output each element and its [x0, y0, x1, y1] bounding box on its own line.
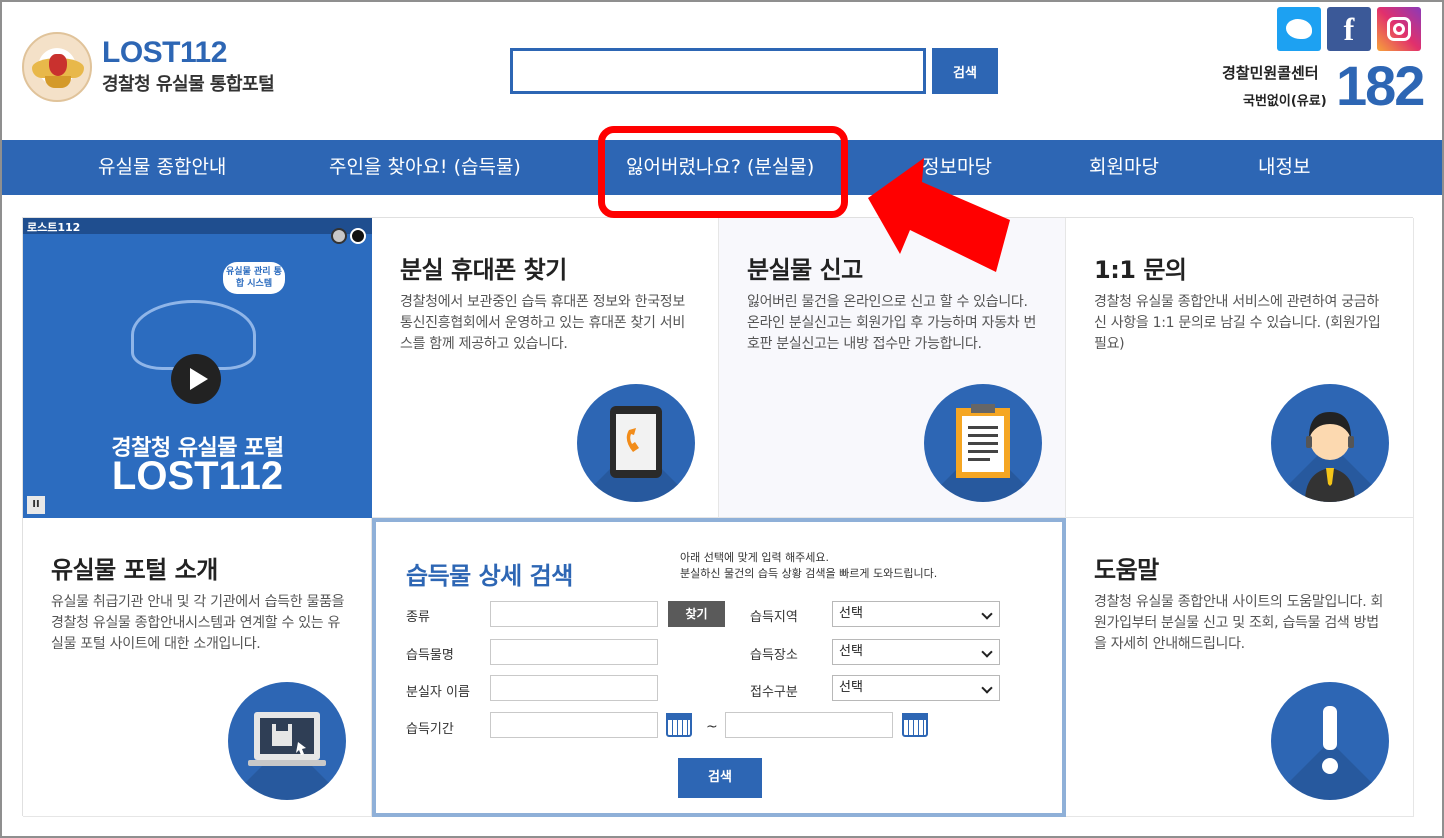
- card-portal-intro[interactable]: 유실물 포털 소개 유실물 취급기관 안내 및 각 기관에서 습득한 물품을 경…: [23, 518, 372, 817]
- card-title: 분실물 신고: [747, 256, 863, 284]
- card-inquiry[interactable]: 1:1 문의 경찰청 유실물 종합안내 서비스에 관련하여 궁금하신 사항을 1…: [1066, 218, 1414, 518]
- kind-label: 종류: [406, 610, 430, 625]
- nav-item-member[interactable]: 회원마당: [1089, 140, 1159, 195]
- nav-item-found[interactable]: 주인을 찾아요! (습득물): [329, 140, 521, 195]
- card-desc: 유실물 취급기관 안내 및 각 기관에서 습득한 물품을 경찰청 유실물 종합안…: [51, 594, 345, 652]
- slide-indicator-1[interactable]: [331, 228, 347, 244]
- card-desc: 경찰청 유실물 종합안내 사이트의 도움말입니다. 회원가입부터 분실물 신고 …: [1094, 594, 1384, 652]
- card-title: 1:1 문의: [1094, 256, 1187, 284]
- brand-subtitle: 경찰청 유실물 통합포털: [102, 74, 275, 95]
- loser-name-label: 분실자 이름: [406, 685, 470, 700]
- pause-button[interactable]: II: [27, 496, 45, 514]
- nav-item-guide[interactable]: 유실물 종합안내: [98, 140, 226, 195]
- place-label: 습득장소: [750, 648, 798, 663]
- operator-icon: [1271, 384, 1389, 502]
- loser-name-input[interactable]: [490, 675, 658, 701]
- calendar-icon[interactable]: [902, 713, 928, 737]
- card-desc: 경찰청 유실물 종합안내 서비스에 관련하여 궁금하신 사항을 1:1 문의로 …: [1094, 294, 1381, 352]
- search-form-title: 습득물 상세 검색: [406, 562, 573, 590]
- card-title: 유실물 포털 소개: [51, 556, 218, 584]
- content-grid: 로스트112 유실물 관리 통합 시스템 경찰청 유실물 포털 LOST112 …: [22, 217, 1414, 817]
- period-separator: ~: [706, 719, 718, 735]
- card-title: 도움말: [1094, 556, 1159, 584]
- card-phone-search[interactable]: 분실 휴대폰 찾기 경찰청에서 보관중인 습득 휴대폰 정보와 한국정보통신진흥…: [372, 218, 719, 518]
- police-emblem-logo[interactable]: [22, 32, 92, 102]
- brand-name[interactable]: LOST112: [102, 36, 227, 70]
- exclamation-icon: [1271, 682, 1389, 800]
- place-select[interactable]: 선택: [832, 639, 1000, 665]
- clipboard-icon: [924, 384, 1042, 502]
- red-arrow-annotation: [868, 158, 1010, 272]
- twitter-icon[interactable]: [1277, 7, 1321, 51]
- highlight-box-annotation: [598, 126, 848, 218]
- video-channel-label: 로스트112: [27, 221, 81, 234]
- card-help[interactable]: 도움말 경찰청 유실물 종합안내 사이트의 도움말입니다. 회원가입부터 분실물…: [1066, 518, 1414, 817]
- search-input[interactable]: [510, 48, 926, 94]
- receipt-type-select[interactable]: 선택: [832, 675, 1000, 701]
- search-form-desc: 아래 선택에 맞게 입력 해주세요. 분실하신 물건의 습득 상황 검색을 빠르…: [680, 551, 938, 580]
- region-select[interactable]: 선택: [832, 601, 1000, 627]
- receipt-type-label: 접수구분: [750, 685, 798, 700]
- video-bubble-text: 유실물 관리 통합 시스템: [223, 262, 285, 294]
- kind-input[interactable]: [490, 601, 658, 627]
- promo-video[interactable]: 로스트112 유실물 관리 통합 시스템 경찰청 유실물 포털 LOST112 …: [23, 218, 372, 518]
- found-item-search-form: 습득물 상세 검색 아래 선택에 맞게 입력 해주세요. 분실하신 물건의 습득…: [372, 518, 1066, 817]
- form-search-button[interactable]: 검색: [678, 758, 762, 798]
- slide-indicator-2[interactable]: [350, 228, 366, 244]
- period-label: 습득기간: [406, 722, 454, 737]
- play-icon[interactable]: [171, 354, 221, 404]
- period-end-input[interactable]: [725, 712, 893, 738]
- card-desc: 경찰청에서 보관중인 습득 휴대폰 정보와 한국정보통신진흥협회에서 운영하고 …: [400, 294, 685, 352]
- computer-icon: [228, 682, 346, 800]
- card-desc: 잃어버린 물건을 온라인으로 신고 할 수 있습니다. 온라인 분실신고는 회원…: [747, 294, 1037, 352]
- period-start-input[interactable]: [490, 712, 658, 738]
- phone-icon: [577, 384, 695, 502]
- call-center-label: 경찰민원콜센터: [1222, 64, 1319, 82]
- facebook-icon[interactable]: f: [1327, 7, 1371, 51]
- call-center-sub: 국번없이(유료): [1243, 94, 1327, 109]
- instagram-icon[interactable]: [1377, 7, 1421, 51]
- call-center-number: 182: [1336, 54, 1425, 117]
- calendar-icon[interactable]: [666, 713, 692, 737]
- find-kind-button[interactable]: 찾기: [668, 601, 725, 627]
- video-title-brand: LOST112: [111, 454, 284, 498]
- item-name-input[interactable]: [490, 639, 658, 665]
- card-title: 분실 휴대폰 찾기: [400, 256, 567, 284]
- region-label: 습득지역: [750, 610, 798, 625]
- item-name-label: 습득물명: [406, 648, 454, 663]
- search-button[interactable]: 검색: [932, 48, 998, 94]
- nav-item-myinfo[interactable]: 내정보: [1258, 140, 1310, 195]
